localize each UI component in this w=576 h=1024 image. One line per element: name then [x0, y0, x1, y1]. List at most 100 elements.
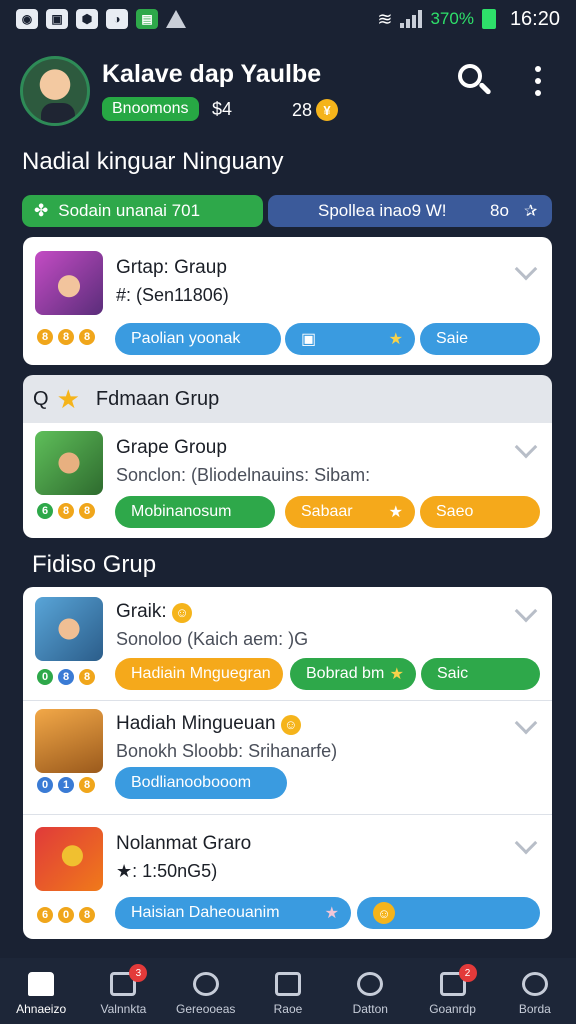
nav-item-updates[interactable]: 3 Valnnkta [82, 958, 164, 1024]
nav-item-inbox[interactable]: 2 Goanrdp [411, 958, 493, 1024]
puzzle-icon: ✤ [34, 201, 49, 220]
chevron-down-icon[interactable] [514, 257, 538, 281]
battery-percentage: 370% [430, 9, 474, 28]
nav-item-groups[interactable]: Datton [329, 958, 411, 1024]
signal-icon [400, 10, 423, 28]
balance-amount: $4 [212, 99, 233, 119]
nav-label: Gereooeas [176, 1002, 236, 1016]
notification-badge: 3 [129, 964, 148, 982]
member-badge: 1 [56, 775, 76, 795]
action-pill-1[interactable]: Mobinanosum [115, 496, 275, 528]
mail-icon [274, 972, 301, 996]
group-subtitle: ★: 1:50nG5) [116, 861, 218, 881]
app-icon-4: ◑ [106, 9, 128, 29]
band-label: Fdmaan Grup [95, 387, 220, 410]
member-badge: 6 [35, 905, 55, 925]
action-pill-1[interactable]: Paolian yoonak [115, 323, 281, 355]
action-pill-1[interactable]: Bodlianoobooom [115, 767, 287, 799]
list-item[interactable]: Nolanmat Graro ★: 1:50nG5) 6 0 8 Haisian… [23, 815, 552, 929]
nav-label: Borda [518, 1002, 551, 1016]
action-pill-3[interactable]: Saeo [420, 496, 540, 528]
group-subtitle: Sonoloo (Kaich aem: )G [116, 629, 309, 649]
clock: 16:20 [509, 7, 560, 30]
search-button[interactable] [456, 62, 492, 98]
group-list-card: Graik: ☺ Sonoloo (Kaich aem: )G 0 8 8 Ha… [23, 587, 552, 939]
member-badge: 0 [35, 775, 55, 795]
chevron-down-icon[interactable] [514, 711, 538, 735]
group-title: Hadiah Mingueuan ☺ [116, 713, 301, 735]
action-pill-2[interactable]: ☺ [357, 897, 540, 929]
action-pill-1[interactable]: Haisian Daheouanim ★ [115, 897, 351, 929]
filter-blue-count: 8o [490, 201, 509, 220]
member-badge: 0 [35, 667, 55, 687]
nav-label: Datton [352, 1002, 388, 1016]
note-icon: ▣ [301, 331, 317, 348]
action-pill-2[interactable]: Sabaar ★ [285, 496, 415, 528]
emoji-icon: ☺ [171, 602, 192, 623]
home-icon [28, 972, 55, 996]
more-options-button[interactable] [530, 66, 546, 96]
coin-count-value: 28 [292, 99, 313, 120]
member-badge: 8 [77, 501, 97, 521]
profile-badge[interactable]: Bnoomons [102, 97, 199, 121]
list-item[interactable]: Hadiah Mingueuan ☺ Bonokh Sloobb: Srihan… [23, 701, 552, 815]
section-title: Nadial kinguar Ninguany [22, 148, 284, 175]
action-pill-2-label: Bobrad bm [306, 665, 385, 682]
star-icon: ★ [389, 666, 404, 683]
chevron-down-icon[interactable] [514, 831, 538, 855]
list-item[interactable]: Graik: ☺ Sonoloo (Kaich aem: )G 0 8 8 Ha… [23, 587, 552, 701]
nav-label: Ahnaeizo [16, 1002, 67, 1016]
group-header-band[interactable]: Q ★ Fdmaan Grup [23, 375, 552, 423]
list-item[interactable]: Grape Group Sonclon: (Bliodelnauins: Sib… [23, 423, 552, 538]
member-badge: 0 [56, 905, 76, 925]
filter-green-button[interactable]: ✤ Sodain unanai 701 [22, 195, 263, 227]
emoji-icon: ☺ [280, 714, 301, 735]
notification-icons: ◉ ▣ ⬢ ◑ ▤ [16, 9, 186, 29]
group-card[interactable]: Grtap: Graup #: (Sen11806) 8 8 8 Paolian… [23, 237, 552, 365]
profile-icon [521, 972, 548, 996]
filter-blue-button[interactable]: Spollea inao9 W! 8o ✰ [268, 195, 552, 227]
member-badge: 8 [77, 327, 97, 347]
member-badges: 8 8 8 [35, 327, 97, 347]
bottom-navigation: Ahnaeizo 3 Valnnkta Gereooeas Raoe Datto… [0, 958, 576, 1024]
action-pill-1-label: Haisian Daheouanim [131, 904, 280, 921]
member-badge: 8 [77, 905, 97, 925]
coin-count: 28 ¥ [292, 99, 339, 121]
warning-icon [166, 10, 186, 28]
action-pill-3[interactable]: Saic [421, 658, 540, 690]
timer-icon [192, 972, 219, 996]
wifi-icon: ≋ [377, 8, 393, 29]
action-pill-2[interactable]: ▣ ★ [285, 323, 415, 355]
member-badge: 8 [77, 667, 97, 687]
action-pill-2-label: Sabaar [301, 503, 353, 520]
action-pill-1[interactable]: Hadiain Mnguegran [115, 658, 283, 690]
chevron-down-icon[interactable] [514, 435, 538, 459]
star-icon: ★ [388, 504, 403, 521]
group-thumbnail [35, 709, 103, 773]
group-subtitle: Bonokh Sloobb: Srihanarfe) [116, 741, 338, 761]
nav-item-home[interactable]: Ahnaeizo [0, 958, 82, 1024]
group-thumbnail [35, 597, 103, 661]
list-item[interactable]: Grtap: Graup #: (Sen11806) 8 8 8 Paolian… [23, 237, 552, 365]
star-icon: ★ [56, 383, 80, 414]
nav-item-mail[interactable]: Raoe [247, 958, 329, 1024]
member-badge: 6 [35, 501, 55, 521]
avatar[interactable] [20, 56, 90, 126]
app-icon-1: ◉ [16, 9, 38, 29]
chevron-down-icon[interactable] [514, 599, 538, 623]
status-bar: ◉ ▣ ⬢ ◑ ▤ ≋ 370% 16:20 [0, 0, 576, 38]
nav-item-profile[interactable]: Borda [494, 958, 576, 1024]
group-card[interactable]: Grape Group Sonclon: (Bliodelnauins: Sib… [23, 423, 552, 538]
action-pill-2[interactable]: Bobrad bm ★ [290, 658, 416, 690]
profile-name: Kalave dap Yaulbe [102, 60, 322, 88]
member-badge: 8 [77, 775, 97, 795]
action-pill-3[interactable]: Saie [420, 323, 540, 355]
group-title: Grape Group [116, 437, 227, 458]
member-badges: 0 1 8 [35, 775, 97, 795]
star-outline-icon: ✰ [524, 203, 538, 220]
section-title: Fidiso Grup [32, 551, 157, 578]
nav-item-timer[interactable]: Gereooeas [165, 958, 247, 1024]
group-thumbnail [35, 431, 103, 495]
member-badges: 6 8 8 [35, 501, 97, 521]
star-icon: ★ [324, 905, 339, 922]
